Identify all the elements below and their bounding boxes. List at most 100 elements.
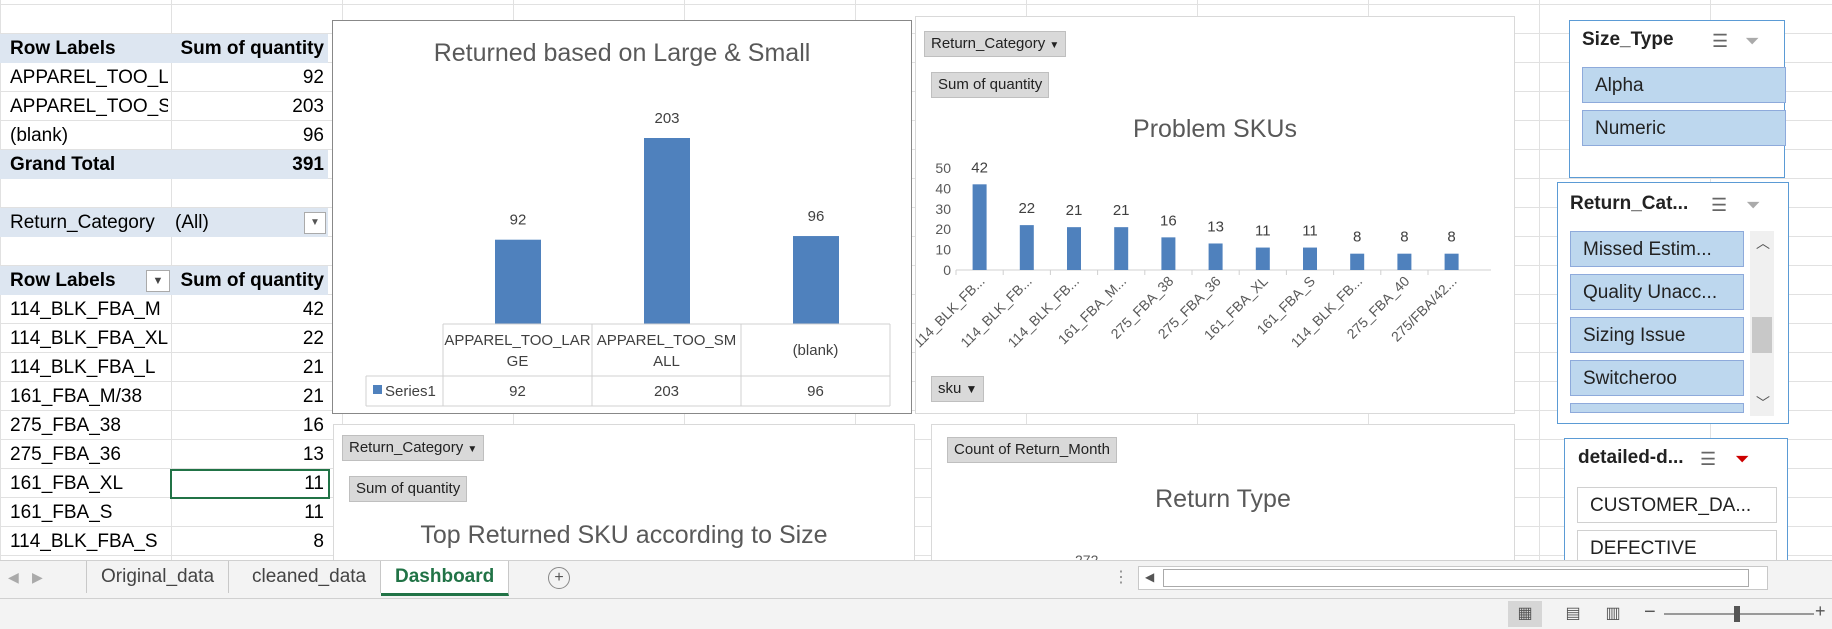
pivot-row[interactable]: 114_BLK_FBA_M 42 xyxy=(0,295,328,324)
slicer-scrollbar[interactable]: ︿ ﹀ xyxy=(1750,231,1774,416)
scroll-right-icon[interactable]: ▶ xyxy=(32,569,43,586)
slicer-size-type[interactable]: Size_Type ☰ ⏷ Alpha Numeric xyxy=(1569,20,1786,178)
clear-filter-icon[interactable]: ⏷ xyxy=(1745,31,1759,52)
slicer-item-defective[interactable]: DEFECTIVE xyxy=(1577,530,1777,561)
pivot-row[interactable]: APPAREL_TOO_LARGE 92 xyxy=(0,63,328,92)
slicer-detailed-disposition[interactable]: detailed-d... ☰ ⏷ CUSTOMER_DA... DEFECTI… xyxy=(1564,438,1788,561)
pivot-row-label: 161_FBA_XL xyxy=(10,473,124,494)
scroll-left-icon[interactable]: ◀ xyxy=(8,569,19,586)
values-field-button[interactable]: Sum of quantity xyxy=(349,476,468,502)
tab-original-data[interactable]: Original_data xyxy=(86,561,230,593)
slicer-item-customer-damaged[interactable]: CUSTOMER_DA... xyxy=(1577,487,1777,523)
filter-row: Return_Category (All) ▼ xyxy=(0,208,328,237)
y-tick-label: 40 xyxy=(935,180,951,196)
y-tick-label: 20 xyxy=(935,221,951,237)
dropdown-icon: ▼ xyxy=(467,444,478,455)
pivot-row-value: 16 xyxy=(302,415,324,436)
table-header: APPAREL_TOO_SM xyxy=(597,332,737,349)
chart-large-small-svg: 92 203 96 APPAREL_TOO_LAR GE 92 APPAREL_TOO_SM… xyxy=(365,110,891,407)
tab-cleaned-data[interactable]: cleaned_data xyxy=(238,561,382,593)
page-break-view-icon[interactable]: ▥ xyxy=(1598,601,1628,627)
chart-return-type[interactable]: Count of Return_Month Return Type 272 xyxy=(931,424,1515,561)
selected-cell[interactable] xyxy=(170,469,330,499)
pivot-row-value: 8 xyxy=(313,531,324,552)
chart-title: Top Returned SKU according to Size xyxy=(420,521,828,549)
scroll-down-icon[interactable]: ﹀ xyxy=(1756,393,1770,413)
report-filter[interactable]: Return_Category (All) ▼ xyxy=(0,208,330,237)
zoom-slider-thumb[interactable] xyxy=(1734,606,1740,622)
data-label: 16 xyxy=(1160,212,1177,229)
pivot-row-label: 114_BLK_FBA_XL xyxy=(10,328,168,349)
bar xyxy=(1303,247,1317,270)
bar xyxy=(1019,225,1034,270)
pivot-row[interactable]: 161_FBA_M/38 21 xyxy=(0,382,328,411)
slicer-item-alpha[interactable]: Alpha xyxy=(1582,67,1786,103)
clear-filter-icon[interactable]: ⏷ xyxy=(1735,449,1749,470)
slicer-title: detailed-d... xyxy=(1578,447,1684,468)
pivot-table-sku[interactable]: Row Labels ▼ Sum of quantity 114_BLK_FBA… xyxy=(0,266,330,560)
slicer-item-partial[interactable] xyxy=(1570,403,1744,413)
scroll-up-icon[interactable]: ︿ xyxy=(1756,233,1770,253)
normal-view-icon[interactable]: ▦ xyxy=(1508,601,1542,627)
add-sheet-icon[interactable]: + xyxy=(548,567,570,589)
pivot-row[interactable]: 114_BLK_FBA_S 8 xyxy=(0,527,328,556)
hscroll-thumb[interactable] xyxy=(1163,569,1749,587)
page-layout-view-icon[interactable]: ▤ xyxy=(1558,601,1588,627)
filter-button-label: Return_Category xyxy=(349,439,464,456)
clear-filter-icon[interactable]: ⏷ xyxy=(1746,195,1760,216)
pivot-row[interactable]: 114_BLK_FBA_XL 22 xyxy=(0,324,328,353)
zoom-slider[interactable] xyxy=(1664,606,1814,622)
slicer-item-missed-estimate[interactable]: Missed Estim... xyxy=(1570,231,1744,267)
pivot-row[interactable]: 275_FBA_38 16 xyxy=(0,411,328,440)
horizontal-scrollbar[interactable]: ◀ xyxy=(1138,566,1768,590)
table-value: 96 xyxy=(807,383,824,400)
bar xyxy=(495,239,541,324)
count-field-button[interactable]: Count of Return_Month xyxy=(947,437,1117,463)
slicer-return-category[interactable]: Return_Cat... ☰ ⏷ Missed Estim... Qualit… xyxy=(1557,182,1789,424)
split-handle-icon[interactable]: ⋮ xyxy=(1113,567,1129,587)
pivot-row[interactable]: 275_FBA_36 13 xyxy=(0,440,328,469)
chart-large-small[interactable]: Returned based on Large & Small 92 203 96 A… xyxy=(332,20,912,414)
zoom-out-icon[interactable]: − xyxy=(1644,601,1656,624)
pivot-row[interactable]: 161_FBA_S 11 xyxy=(0,498,328,527)
slicer-item-sizing-issue[interactable]: Sizing Issue xyxy=(1570,317,1744,353)
pivot-row[interactable]: (blank) 96 xyxy=(0,121,328,150)
multi-select-icon[interactable]: ☰ xyxy=(1711,195,1727,216)
data-label: 203 xyxy=(654,110,679,127)
scroll-thumb[interactable] xyxy=(1752,317,1772,353)
pivot-row-value: 13 xyxy=(302,444,324,465)
data-label: 92 xyxy=(510,212,527,229)
slicer-item-switcheroo[interactable]: Switcheroo xyxy=(1570,360,1744,396)
pivot-row-value: 42 xyxy=(302,299,324,320)
pivot-row[interactable]: 114_BLK_FBA_L 21 xyxy=(0,353,328,382)
y-tick-label: 30 xyxy=(935,201,951,217)
slicer-title: Return_Cat... xyxy=(1570,193,1689,214)
filter-dropdown-icon[interactable]: ▼ xyxy=(304,212,326,234)
legend-series-label: Series1 xyxy=(385,383,436,400)
zoom-in-icon[interactable]: + xyxy=(1815,601,1826,622)
pivot-row[interactable]: APPAREL_TOO_SMALL 203 xyxy=(0,92,328,121)
multi-select-icon[interactable]: ☰ xyxy=(1700,449,1716,470)
data-label: 21 xyxy=(1113,202,1130,219)
pivot-row-label: APPAREL_TOO_LARGE xyxy=(10,67,168,88)
hscroll-left-icon[interactable]: ◀ xyxy=(1145,570,1154,584)
chart-problem-skus[interactable]: Return_Category ▼ Sum of quantity Proble… xyxy=(915,16,1515,414)
y-tick-label: 0 xyxy=(943,262,951,278)
multi-select-icon[interactable]: ☰ xyxy=(1712,31,1728,52)
bar xyxy=(793,236,839,324)
bar xyxy=(1161,237,1176,270)
pivot-grand-total[interactable]: Grand Total 391 xyxy=(0,150,328,179)
pivot-table-size[interactable]: Row Labels Sum of quantity APPAREL_TOO_L… xyxy=(0,34,330,179)
bar xyxy=(1255,247,1270,270)
chart-top-returned-sku[interactable]: Return_Category ▼ Sum of quantity Top Re… xyxy=(333,424,915,561)
bar xyxy=(1444,253,1459,270)
pivot-row-label: 114_BLK_FBA_M xyxy=(10,299,161,320)
tab-dashboard[interactable]: Dashboard xyxy=(381,561,510,596)
pivot-row-label: 275_FBA_36 xyxy=(10,444,121,465)
pivot-header-row: Row Labels Sum of quantity xyxy=(0,34,328,63)
filter-sort-icon[interactable]: ▼ xyxy=(146,270,170,292)
return-category-filter-button[interactable]: Return_Category ▼ xyxy=(342,435,485,461)
slicer-item-numeric[interactable]: Numeric xyxy=(1582,110,1786,146)
table-header: (blank) xyxy=(793,342,839,359)
slicer-item-quality-unacceptable[interactable]: Quality Unacc... xyxy=(1570,274,1744,310)
